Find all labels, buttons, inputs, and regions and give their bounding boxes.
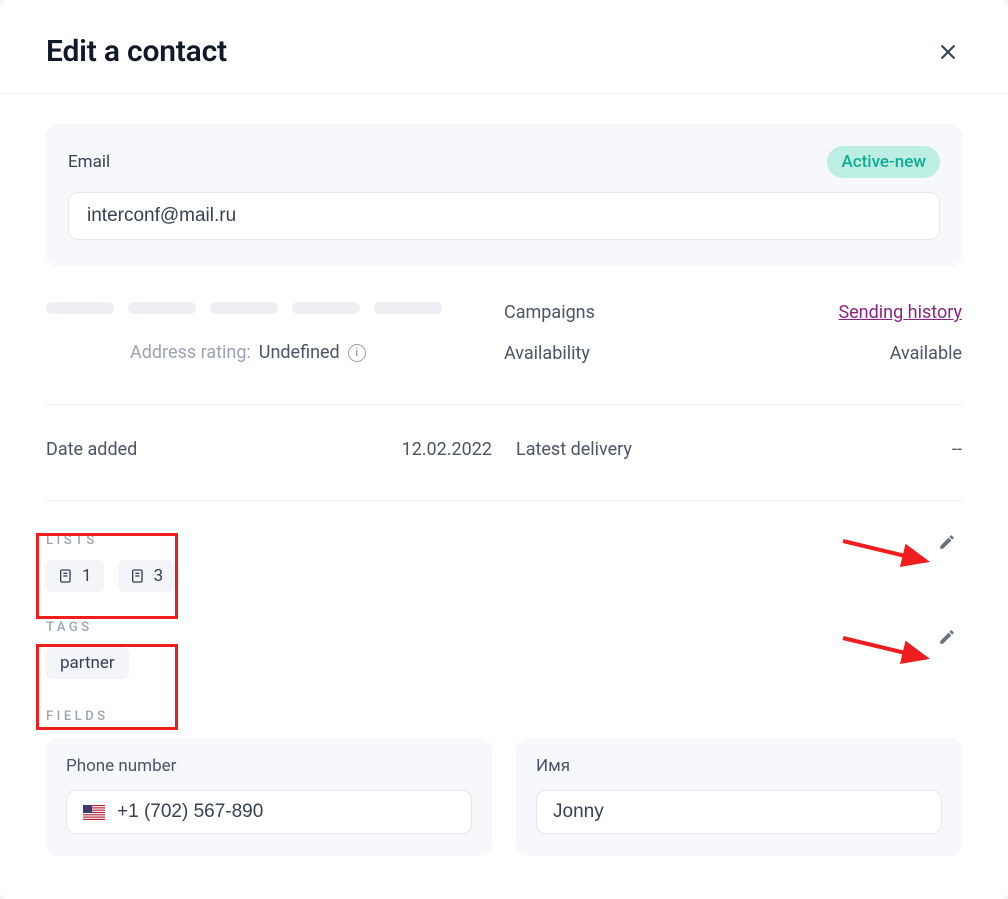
close-icon (938, 42, 958, 62)
latest-delivery-label: Latest delivery (516, 439, 632, 460)
list-item[interactable]: 3 (118, 560, 176, 592)
list-item[interactable]: 1 (46, 560, 104, 592)
sending-history-link[interactable]: Sending history (838, 302, 962, 323)
email-input[interactable] (68, 192, 940, 240)
tags-section: TAGS partner (46, 620, 962, 679)
date-added-label: Date added (46, 439, 137, 460)
edit-tags-button[interactable] (932, 622, 962, 652)
rating-column: Address rating: Undefined i (46, 302, 504, 364)
divider (46, 404, 962, 405)
list-icon (58, 568, 74, 584)
list-item-label: 1 (82, 566, 92, 586)
edit-lists-button[interactable] (932, 527, 962, 557)
tags-heading: TAGS (46, 620, 962, 635)
fields-section: FIELDS Phone number (46, 709, 962, 856)
email-label: Email (68, 152, 110, 172)
phone-input[interactable] (117, 801, 455, 823)
us-flag-icon[interactable] (83, 805, 105, 820)
rating-skeleton (46, 302, 504, 314)
name-field: Имя (516, 738, 962, 856)
info-icon[interactable]: i (348, 344, 366, 362)
name-label: Имя (536, 756, 942, 776)
tag-item-label: partner (60, 653, 115, 673)
edit-contact-modal: Edit a contact Email Active-new (0, 0, 1008, 899)
lists-heading: LISTS (46, 533, 962, 548)
pencil-icon (938, 533, 956, 551)
latest-delivery-value: -- (952, 439, 962, 460)
close-button[interactable] (934, 38, 962, 66)
campaigns-label: Campaigns (504, 302, 595, 323)
divider (0, 93, 1008, 94)
list-icon (130, 568, 146, 584)
status-badge: Active-new (827, 146, 940, 178)
pencil-icon (938, 628, 956, 646)
email-section: Email Active-new (46, 124, 962, 266)
address-rating-value: Undefined (259, 342, 340, 363)
tag-item[interactable]: partner (46, 647, 129, 679)
availability-value: Available (890, 343, 962, 364)
fields-heading: FIELDS (46, 709, 962, 724)
availability-label: Availability (504, 343, 590, 364)
modal-title: Edit a contact (46, 34, 227, 69)
name-input[interactable] (553, 801, 925, 823)
list-item-label: 3 (154, 566, 164, 586)
date-added-value: 12.02.2022 (402, 439, 492, 460)
phone-label: Phone number (66, 756, 472, 776)
phone-field: Phone number (46, 738, 492, 856)
lists-section: LISTS 1 3 (46, 501, 962, 592)
modal-header: Edit a contact (0, 0, 1008, 93)
address-rating-label: Address rating: (130, 342, 251, 363)
